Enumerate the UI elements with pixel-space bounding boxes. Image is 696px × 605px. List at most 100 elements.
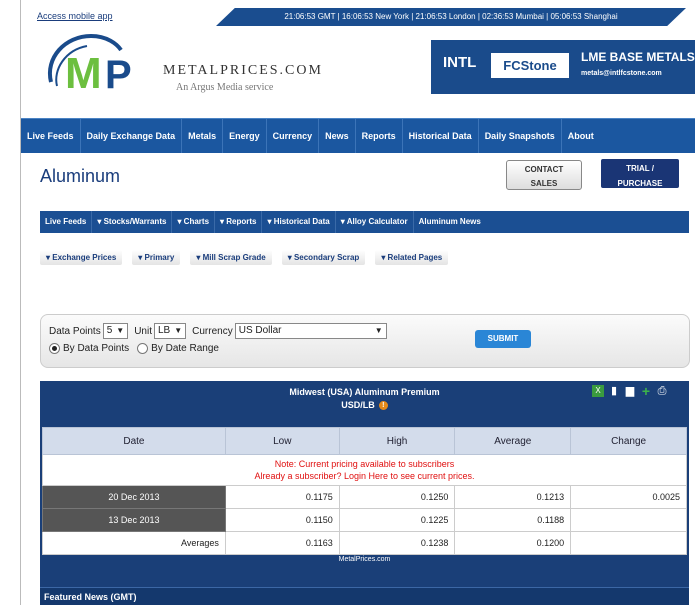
- subscriber-note-row: Note: Current pricing available to subsc…: [42, 454, 687, 486]
- add-icon[interactable]: +: [640, 384, 652, 398]
- table-header-row: Date Low High Average Change: [42, 427, 687, 455]
- trash-icon[interactable]: ▮: [608, 385, 620, 397]
- data-points-select[interactable]: 5 ▼: [102, 323, 129, 339]
- subnav-alloy-calculator[interactable]: ▾ Alloy Calculator: [336, 211, 414, 233]
- trial-purchase-button[interactable]: TRIAL / PURCHASE: [601, 159, 679, 188]
- contact-sales-button[interactable]: CONTACT SALES: [506, 160, 582, 190]
- chart-icon[interactable]: ▆: [624, 385, 636, 397]
- submit-button[interactable]: SUBMIT: [475, 330, 531, 348]
- logo-wordmark: METALPRICES.COM: [163, 63, 323, 78]
- nav-energy[interactable]: Energy: [223, 119, 267, 153]
- unit-select[interactable]: LB ▼: [153, 323, 187, 339]
- pill-secondary-scrap[interactable]: ▾ Secondary Scrap: [281, 250, 366, 265]
- data-points-label: Data Points: [49, 325, 101, 337]
- page-frame: Access mobile app 21:06:53 GMT | 16:06:5…: [20, 0, 695, 605]
- nav-news[interactable]: News: [319, 119, 356, 153]
- info-icon[interactable]: !: [378, 401, 388, 411]
- price-category-menu: ▾ Exchange Prices ▾ Primary ▾ Mill Scrap…: [40, 250, 458, 265]
- print-icon[interactable]: ⎙: [656, 385, 668, 397]
- subscriber-note-line2[interactable]: Already a subscriber? Login Here to see …: [49, 470, 680, 482]
- contact-sales-label-1: CONTACT: [524, 165, 564, 174]
- avg-high: 0.1238: [338, 531, 456, 555]
- chevron-down-icon: ▼: [174, 326, 183, 335]
- subnav-historical-data[interactable]: ▾ Historical Data: [262, 211, 336, 233]
- price-table: Date Low High Average Change Note: Curre…: [42, 427, 687, 555]
- row-low: 0.1150: [224, 508, 340, 532]
- subnav-live-feeds[interactable]: Live Feeds: [40, 211, 93, 233]
- row-high: 0.1250: [338, 485, 456, 509]
- averages-row: Averages 0.1163 0.1238 0.1200: [42, 531, 687, 555]
- contact-sales-label-2: SALES: [530, 179, 558, 188]
- col-date: Date: [42, 427, 226, 455]
- top-bar: Access mobile app 21:06:53 GMT | 16:06:5…: [21, 8, 695, 26]
- mobile-app-link[interactable]: Access mobile app: [37, 11, 113, 21]
- currency-select[interactable]: US Dollar ▼: [234, 323, 387, 339]
- svg-text:P: P: [105, 53, 132, 97]
- nav-about[interactable]: About: [562, 119, 600, 153]
- nav-currency[interactable]: Currency: [267, 119, 320, 153]
- avg-average: 0.1200: [454, 531, 572, 555]
- chevron-down-icon: ▼: [116, 326, 125, 335]
- table-unit-text: USD/LB: [341, 400, 375, 410]
- nav-daily-exchange-data[interactable]: Daily Exchange Data: [81, 119, 183, 153]
- intl-fcstone-banner[interactable]: INTL FCStone LME BASE METALS metals@intl…: [431, 40, 695, 94]
- trial-label-1: TRIAL /: [626, 164, 654, 173]
- nav-live-feeds[interactable]: Live Feeds: [21, 119, 81, 153]
- row-low: 0.1175: [224, 485, 340, 509]
- nav-reports[interactable]: Reports: [356, 119, 403, 153]
- pill-primary[interactable]: ▾ Primary: [132, 250, 181, 265]
- averages-label: Averages: [42, 531, 226, 555]
- subnav-reports[interactable]: ▾ Reports: [215, 211, 263, 233]
- logo-tagline: An Argus Media service: [176, 82, 274, 93]
- row-average: 0.1213: [454, 485, 572, 509]
- row-average: 0.1188: [454, 508, 572, 532]
- avg-low: 0.1163: [224, 531, 340, 555]
- price-table-panel: Midwest (USA) Aluminum Premium USD/LB! X…: [40, 381, 689, 605]
- subscriber-note-line1: Note: Current pricing available to subsc…: [274, 459, 455, 469]
- main-navigation: Live Feeds Daily Exchange Data Metals En…: [21, 118, 695, 153]
- data-points-value: 5: [106, 325, 113, 336]
- row-change: 0.0025: [570, 485, 687, 509]
- avg-change: [570, 531, 687, 555]
- nav-daily-snapshots[interactable]: Daily Snapshots: [479, 119, 562, 153]
- subnav-charts[interactable]: ▾ Charts: [172, 211, 216, 233]
- subscriber-note: Note: Current pricing available to subsc…: [42, 454, 687, 486]
- by-date-range-radio[interactable]: [137, 343, 149, 354]
- currency-label: Currency: [192, 325, 233, 337]
- excel-icon[interactable]: X: [592, 385, 604, 397]
- ad-title: LME BASE METALS: [581, 50, 695, 64]
- ad-brand-fcstone: FCStone: [491, 53, 569, 78]
- by-date-range-label: By Date Range: [151, 343, 219, 354]
- by-data-points-radio[interactable]: [49, 343, 60, 354]
- unit-label: Unit: [134, 325, 152, 337]
- row-high: 0.1225: [338, 508, 456, 532]
- page-title: Aluminum: [40, 166, 121, 186]
- trial-label-2: PURCHASE: [617, 179, 663, 188]
- col-average: Average: [454, 427, 572, 455]
- mp-logo-icon: M P: [47, 33, 132, 98]
- ad-brand-intl: INTL: [443, 54, 477, 71]
- nav-metals[interactable]: Metals: [182, 119, 224, 153]
- nav-historical-data[interactable]: Historical Data: [403, 119, 479, 153]
- pill-related-pages[interactable]: ▾ Related Pages: [375, 250, 449, 265]
- ad-email: metals@intlfcstone.com: [581, 70, 662, 77]
- col-low: Low: [224, 427, 340, 455]
- subnav-aluminum-news[interactable]: Aluminum News: [414, 211, 486, 233]
- table-footer-credit: MetalPrices.com: [338, 556, 391, 563]
- subnav-stocks-warrants[interactable]: ▾ Stocks/Warrants: [92, 211, 173, 233]
- row-change: [570, 508, 687, 532]
- row-date: 13 Dec 2013: [42, 508, 226, 532]
- unit-value: LB: [157, 325, 171, 336]
- site-logo[interactable]: M P METALPRICES.COM An Argus Media servi…: [43, 30, 321, 102]
- currency-value: US Dollar: [238, 325, 282, 336]
- table-row: 13 Dec 2013 0.1150 0.1225 0.1188: [42, 508, 687, 532]
- by-data-points-label: By Data Points: [63, 343, 130, 354]
- col-high: High: [338, 427, 456, 455]
- row-date: 20 Dec 2013: [42, 485, 226, 509]
- table-row: 20 Dec 2013 0.1175 0.1250 0.1213 0.0025: [42, 485, 687, 509]
- filter-row: Data Points 5 ▼ Unit LB ▼ Currency US Doll…: [49, 323, 393, 339]
- pill-mill-scrap-grade[interactable]: ▾ Mill Scrap Grade: [190, 250, 272, 265]
- pill-exchange-prices[interactable]: ▾ Exchange Prices: [40, 250, 123, 265]
- table-unit: USD/LB!: [40, 399, 689, 412]
- range-mode-row: By Data Points By Date Range: [49, 343, 219, 354]
